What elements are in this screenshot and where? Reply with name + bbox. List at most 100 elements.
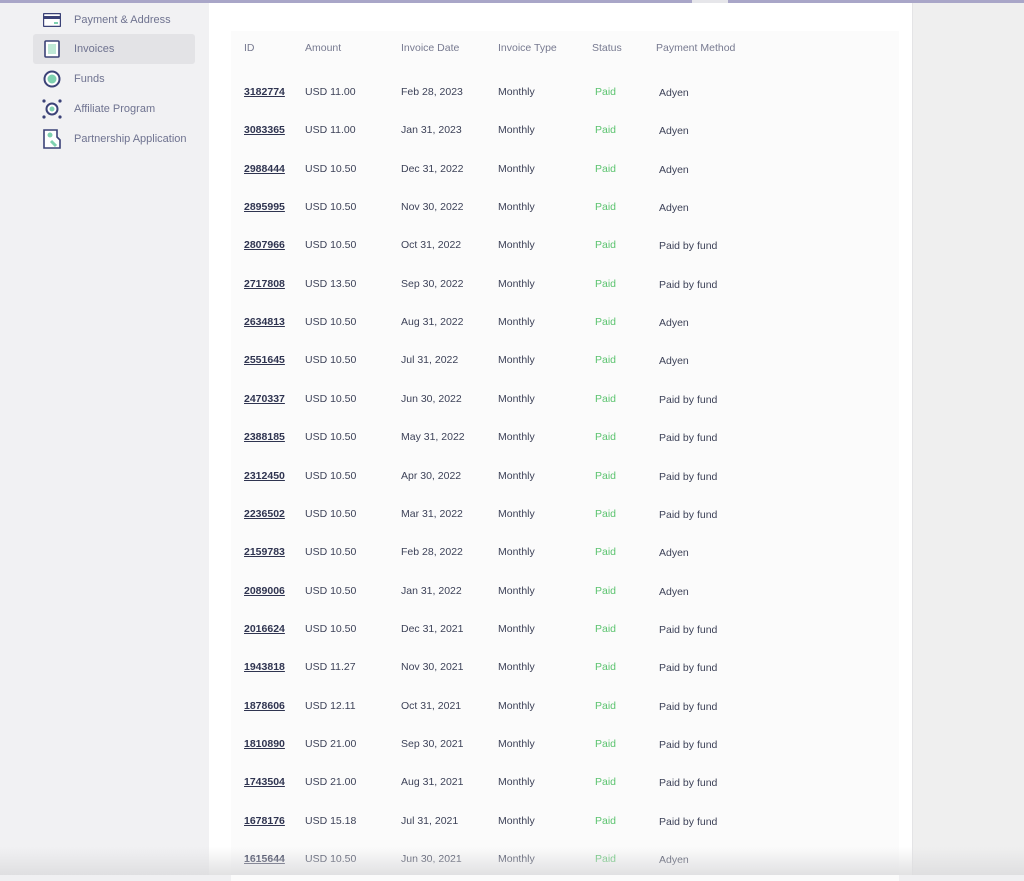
sidebar-item-funds[interactable]: Funds	[33, 64, 195, 94]
invoice-date: Apr 30, 2022	[401, 469, 462, 482]
invoices-table: ID Amount Invoice Date Invoice Type Stat…	[231, 31, 899, 881]
invoice-date: Feb 28, 2023	[401, 86, 463, 98]
invoice-type: Monthly	[498, 661, 535, 674]
invoice-date: Mar 31, 2022	[401, 507, 463, 520]
invoice-id-link[interactable]: 2551645	[244, 354, 285, 366]
status-badge: Paid	[595, 814, 617, 827]
invoice-type: Monthly	[498, 277, 535, 290]
invoice-amount: USD 11.00	[305, 124, 356, 137]
invoice-id-link[interactable]: 2717808	[244, 278, 285, 290]
invoice-id-link[interactable]: 2388185	[244, 431, 285, 443]
invoice-type: Monthly	[498, 776, 535, 789]
status-badge: Paid	[595, 661, 617, 674]
sidebar-item-label: Affiliate Program	[74, 103, 156, 115]
invoice-amount: USD 10.50	[305, 469, 357, 482]
table-row: 1943818 USD 11.27 Nov 30, 2021 Monthly Paid P…	[231, 649, 899, 687]
payment-method: Paid by fund	[659, 432, 718, 445]
invoice-id-link[interactable]: 2988444	[244, 163, 285, 175]
invoice-type: Monthly	[498, 853, 535, 865]
invoice-type: Monthly	[498, 431, 535, 444]
invoice-amount: USD 10.50	[305, 584, 357, 597]
invoice-date: Jan 31, 2023	[401, 124, 462, 137]
invoice-id-link[interactable]: 2312450	[244, 470, 285, 482]
payment-method: Adyen	[659, 585, 689, 598]
invoice-id-link[interactable]: 2159783	[244, 546, 285, 558]
table-row: 2236502 USD 10.50 Mar 31, 2022 Monthly Paid P…	[231, 496, 899, 534]
invoice-amount: USD 10.50	[305, 316, 357, 329]
invoice-type: Monthly	[498, 546, 535, 559]
invoice-date: Jul 31, 2021	[401, 814, 459, 827]
table-row: 1878606 USD 12.11 Oct 31, 2021 Monthly Paid P…	[231, 688, 899, 726]
sidebar-item-payment-address[interactable]: Payment & Address	[33, 5, 195, 35]
payment-method: Adyen	[659, 547, 689, 560]
invoice-id-link[interactable]: 2089006	[244, 585, 285, 597]
invoice-type: Monthly	[498, 584, 535, 597]
invoice-type: Monthly	[498, 316, 535, 329]
table-row: 2159783 USD 10.50 Feb 28, 2022 Monthly Paid A…	[231, 534, 899, 572]
invoice-type: Monthly	[498, 354, 535, 367]
invoice-type: Monthly	[498, 162, 535, 175]
sidebar-item-partnership-application[interactable]: Partnership Application	[33, 124, 195, 154]
status-badge: Paid	[595, 86, 617, 98]
status-badge: Paid	[595, 507, 617, 520]
invoice-type: Monthly	[498, 124, 535, 137]
payment-method: Paid by fund	[659, 240, 718, 253]
table-row: 1615644 USD 10.50 Jun 30, 2021 Monthly Paid A…	[231, 841, 899, 879]
invoice-id-link[interactable]: 2807966	[244, 239, 285, 251]
table-row: 3083365 USD 11.00 Jan 31, 2023 Monthly Paid A…	[231, 112, 899, 150]
payment-method: Paid by fund	[659, 777, 718, 790]
invoice-date: Nov 30, 2022	[401, 201, 464, 214]
invoice-date: Feb 28, 2022	[401, 546, 463, 559]
table-row: 1810890 USD 21.00 Sep 30, 2021 Monthly Paid P…	[231, 726, 899, 764]
status-badge: Paid	[595, 853, 617, 865]
invoice-id-link[interactable]: 1943818	[244, 661, 285, 673]
payment-method: Paid by fund	[659, 508, 718, 521]
sidebar: Payment & Address Invoices Funds Affilia…	[0, 3, 209, 875]
payment-method: Paid by fund	[659, 470, 718, 483]
sidebar-item-label: Invoices	[74, 43, 115, 55]
sidebar-item-label: Funds	[74, 73, 105, 85]
sidebar-item-label: Payment & Address	[74, 14, 171, 26]
invoice-id-link[interactable]: 3083365	[244, 124, 285, 136]
invoice-id-link[interactable]: 1678176	[244, 815, 285, 827]
sidebar-item-invoices[interactable]: Invoices	[33, 34, 195, 64]
invoice-icon	[41, 38, 63, 60]
invoice-id-link[interactable]: 2895995	[244, 201, 285, 213]
invoice-id-link[interactable]: 1615644	[244, 853, 285, 865]
invoice-amount: USD 11.00	[305, 86, 356, 98]
invoice-amount: USD 21.00	[305, 776, 357, 789]
table-row: 2470337 USD 10.50 Jun 30, 2022 Monthly Paid P…	[231, 381, 899, 419]
invoice-type: Monthly	[498, 507, 535, 520]
invoice-id-link[interactable]: 3182774	[244, 86, 285, 98]
invoice-type: Monthly	[498, 814, 535, 827]
invoice-date: Sep 30, 2022	[401, 277, 464, 290]
invoice-id-link[interactable]: 2634813	[244, 316, 285, 328]
partnership-document-icon	[41, 128, 63, 150]
invoice-date: Dec 31, 2021	[401, 622, 464, 635]
table-row: 3182774 USD 11.00 Feb 28, 2023 Monthly Paid A…	[231, 74, 899, 112]
affiliate-icon	[41, 98, 63, 120]
payment-method: Paid by fund	[659, 815, 718, 828]
invoice-id-link[interactable]: 2016624	[244, 623, 285, 635]
table-row: 2388185 USD 10.50 May 31, 2022 Monthly Paid P…	[231, 419, 899, 457]
invoice-id-link[interactable]: 1878606	[244, 700, 285, 712]
invoice-amount: USD 10.50	[305, 239, 357, 252]
payment-method: Paid by fund	[659, 278, 718, 291]
invoice-id-link[interactable]: 2236502	[244, 508, 285, 520]
table-row: 2895995 USD 10.50 Nov 30, 2022 Monthly Paid A…	[231, 189, 899, 227]
table-row: 2551645 USD 10.50 Jul 31, 2022 Monthly Paid A…	[231, 342, 899, 380]
invoice-date: Sep 30, 2021	[401, 737, 464, 750]
status-badge: Paid	[595, 622, 617, 635]
invoice-id-link[interactable]: 2470337	[244, 393, 285, 405]
invoice-id-link[interactable]: 1743504	[244, 776, 285, 788]
invoice-amount: USD 15.18	[305, 814, 357, 827]
sidebar-item-affiliate-program[interactable]: Affiliate Program	[33, 94, 195, 124]
table-row: 2634813 USD 10.50 Aug 31, 2022 Monthly Paid A…	[231, 304, 899, 342]
payment-method: Adyen	[659, 202, 689, 215]
invoice-id-link[interactable]: 1810890	[244, 738, 285, 750]
payment-method: Paid by fund	[659, 393, 718, 406]
status-badge: Paid	[595, 776, 617, 789]
invoice-amount: USD 10.50	[305, 507, 357, 520]
status-badge: Paid	[595, 354, 617, 367]
invoice-date: Nov 30, 2021	[401, 661, 464, 674]
